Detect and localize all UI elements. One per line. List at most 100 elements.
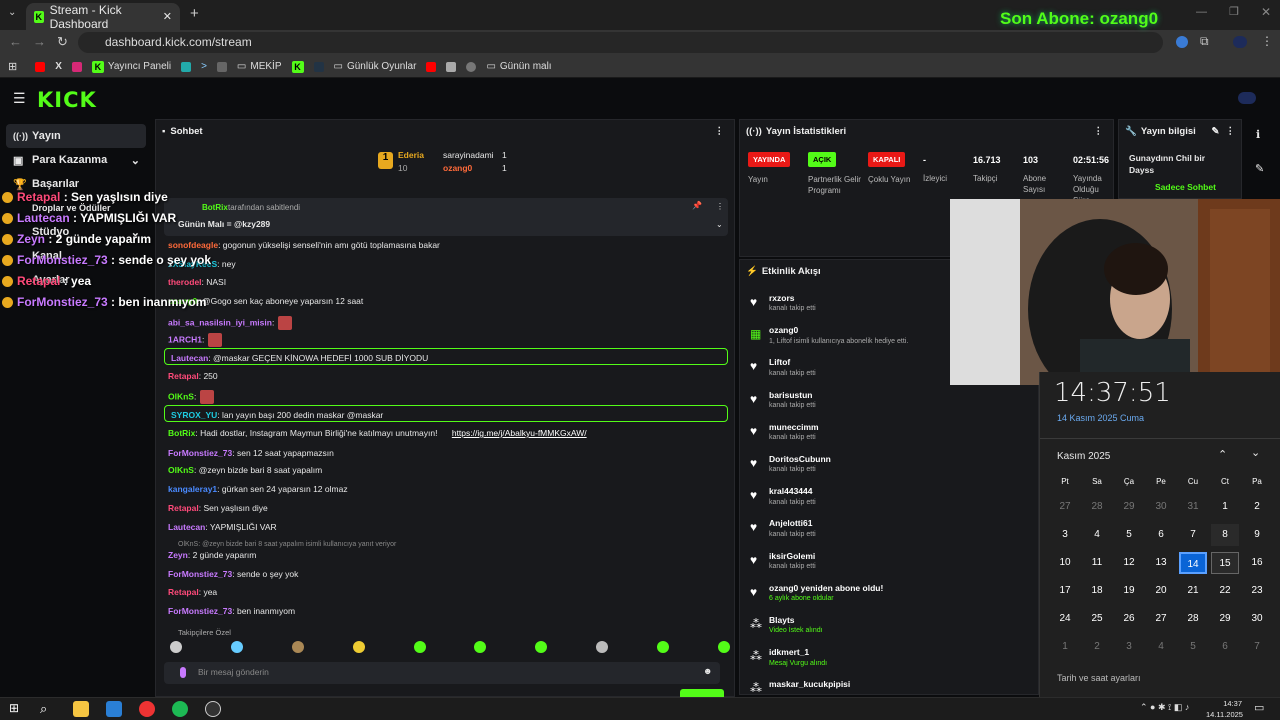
- chat-username[interactable]: Lautecan: [171, 353, 208, 363]
- edit-icon[interactable]: ✎: [1212, 126, 1220, 137]
- hamburger-icon[interactable]: ☰: [13, 90, 26, 107]
- chat-message[interactable]: Retapal: Sen yaşlısın diye: [168, 503, 268, 513]
- calendar-day[interactable]: 25: [1083, 608, 1111, 630]
- chevron-down-icon[interactable]: ⌄: [1251, 446, 1260, 459]
- calendar-day[interactable]: 27: [1051, 496, 1079, 518]
- info-side-icon[interactable]: ℹ: [1256, 128, 1260, 141]
- chevron-down-icon[interactable]: ⌄: [716, 220, 723, 229]
- event-user[interactable]: Blayts: [769, 614, 823, 626]
- chat-message[interactable]: BotRix: Hadi dostlar, Instagram Maymun B…: [168, 428, 587, 438]
- chat-username[interactable]: Retapal: [168, 371, 199, 381]
- chat-input[interactable]: Bir mesaj gönderin ☻: [164, 662, 720, 684]
- emote-icon[interactable]: [413, 641, 426, 653]
- file-explorer-icon[interactable]: [73, 701, 89, 717]
- emote-icon[interactable]: [657, 641, 669, 653]
- calendar-day[interactable]: 30: [1147, 496, 1175, 518]
- bookmark-gunluk-oyunlar[interactable]: ▭ Günlük Oyunlar: [334, 61, 417, 72]
- chat-message[interactable]: 1ARCH1:: [168, 333, 223, 347]
- chat-username[interactable]: Lautecan: [168, 522, 205, 532]
- calendar-day[interactable]: 5: [1179, 636, 1207, 658]
- calendar-day-today[interactable]: 14: [1179, 552, 1207, 574]
- event-user[interactable]: muneccimm: [769, 421, 819, 433]
- bookmark-gunun-mali[interactable]: ▭ Günün malı: [486, 61, 551, 72]
- calendar-day[interactable]: 19: [1115, 580, 1143, 602]
- calendar-day[interactable]: 3: [1115, 636, 1143, 658]
- calendar-day[interactable]: 11: [1083, 552, 1111, 574]
- emote-icon[interactable]: [474, 641, 487, 653]
- calendar-day[interactable]: 18: [1083, 580, 1111, 602]
- taskbar-clock[interactable]: 14:37 14.11.2025: [1206, 699, 1243, 720]
- image-icon[interactable]: [216, 61, 227, 72]
- chat-message[interactable]: Lautecan: YAPMIŞLIĞI VAR: [168, 522, 277, 532]
- calendar-day[interactable]: 23: [1243, 580, 1271, 602]
- chat-message[interactable]: SYROX_YU: lan yayın başı 200 dedin maska…: [164, 405, 728, 422]
- kick-icon[interactable]: K: [291, 60, 304, 73]
- tray-icons[interactable]: ⌃ ● ✱ ⟟ ◧ ♪: [1140, 702, 1189, 713]
- user-avatar[interactable]: [1238, 92, 1256, 104]
- play-icon[interactable]: >: [201, 61, 207, 72]
- stats-menu-icon[interactable]: ⋮: [1094, 126, 1104, 137]
- pencil-side-icon[interactable]: ✎: [1255, 162, 1264, 175]
- app-icon[interactable]: [181, 61, 192, 72]
- calendar-day[interactable]: 17: [1051, 580, 1079, 602]
- sidebar-item-yayin[interactable]: ((·)) Yayın: [6, 124, 146, 148]
- chat-username[interactable]: Zeyn: [168, 550, 188, 560]
- bookmark-mekip[interactable]: ▭ MEKİP: [237, 61, 282, 72]
- game-icon[interactable]: [446, 61, 457, 72]
- calendar-day[interactable]: 13: [1147, 552, 1175, 574]
- calendar-day[interactable]: 22: [1211, 580, 1239, 602]
- browser-tab[interactable]: K Stream - Kick Dashboard ✕: [26, 3, 180, 31]
- calendar-day[interactable]: 2: [1083, 636, 1111, 658]
- date-time-settings-link[interactable]: Tarih ve saat ayarları: [1057, 673, 1141, 683]
- calendar-day[interactable]: 29: [1115, 496, 1143, 518]
- emote-icon[interactable]: [291, 641, 304, 653]
- chat-username[interactable]: ForMonstiez_73: [168, 448, 232, 458]
- chat-menu-icon[interactable]: ⋮: [715, 126, 725, 137]
- calendar-day[interactable]: 6: [1211, 636, 1239, 658]
- calendar-day[interactable]: 9: [1243, 524, 1271, 546]
- new-tab-icon[interactable]: +: [190, 5, 199, 22]
- emote-icon[interactable]: [535, 641, 548, 653]
- info-menu-icon[interactable]: ⋮: [1226, 126, 1236, 137]
- calendar-day[interactable]: 15: [1211, 552, 1239, 574]
- calendar-day[interactable]: 21: [1179, 580, 1207, 602]
- globe-icon[interactable]: [466, 61, 477, 72]
- calendar-day[interactable]: 8: [1211, 524, 1239, 546]
- pinned-message[interactable]: BotRix tarafından sabitlendi Günün Malı …: [164, 198, 728, 236]
- kick-logo[interactable]: KICK: [37, 88, 97, 112]
- chat-username[interactable]: ForMonstiez_73: [168, 569, 232, 579]
- month-label[interactable]: Kasım 2025: [1057, 451, 1110, 462]
- app-icon[interactable]: [313, 61, 324, 72]
- calendar-day[interactable]: 10: [1051, 552, 1079, 574]
- calendar-day[interactable]: 26: [1115, 608, 1143, 630]
- event-user[interactable]: rxzors: [769, 292, 816, 304]
- chat-message[interactable]: ForMonstiez_73: sen 12 saat yapapmazsın: [168, 448, 334, 458]
- calendar-day[interactable]: 2: [1243, 496, 1271, 518]
- event-user[interactable]: ozang0: [769, 324, 908, 336]
- emoji-icon[interactable]: ☻: [703, 666, 712, 676]
- event-user[interactable]: Liftof: [769, 356, 816, 368]
- calendar-day[interactable]: 27: [1147, 608, 1175, 630]
- calendar-day[interactable]: 4: [1147, 636, 1175, 658]
- event-user[interactable]: iksirGolemi: [769, 550, 816, 562]
- chat-message[interactable]: kangaleray1: gürkan sen 24 yaparsın 12 o…: [168, 484, 348, 494]
- gifter-name[interactable]: ozang0: [443, 163, 472, 173]
- youtube-icon[interactable]: [426, 61, 437, 72]
- calendar-day[interactable]: 31: [1179, 496, 1207, 518]
- spotify-icon[interactable]: [172, 701, 188, 717]
- notification-icon[interactable]: ▭: [1254, 701, 1264, 714]
- calendar-day[interactable]: 1: [1211, 496, 1239, 518]
- calendar-day[interactable]: 1: [1051, 636, 1079, 658]
- emote-icon[interactable]: [352, 641, 365, 653]
- chat-username[interactable]: Retapal: [168, 503, 199, 513]
- calendar-day[interactable]: 5: [1115, 524, 1143, 546]
- chat-username[interactable]: abi_sa_nasilsin_iyi_misin: [168, 317, 272, 327]
- chat-username[interactable]: OlKnS: [168, 465, 194, 475]
- clock-date[interactable]: 14 Kasım 2025 Cuma: [1057, 413, 1144, 423]
- tab-list-icon[interactable]: ⌄: [8, 7, 16, 18]
- chat-username[interactable]: BotRix: [168, 428, 195, 438]
- mic-icon[interactable]: [180, 667, 186, 678]
- puzzle-icon[interactable]: ⧉: [1200, 34, 1209, 49]
- stream-category[interactable]: Sadece Sohbet: [1155, 182, 1216, 192]
- close-tab-icon[interactable]: ✕: [163, 10, 172, 23]
